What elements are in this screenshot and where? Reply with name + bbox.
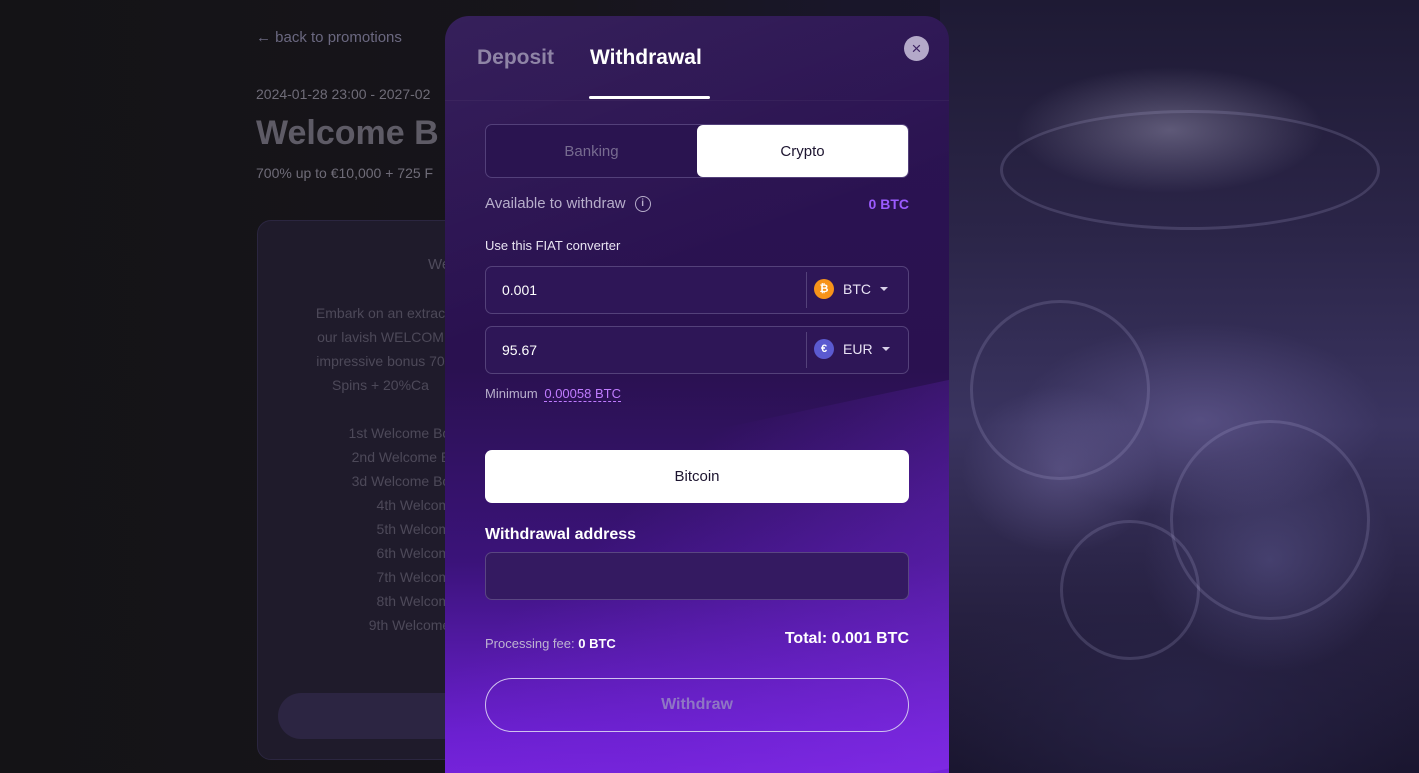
payment-method-select[interactable]: Bitcoin: [485, 450, 909, 503]
promo-artwork: [940, 0, 1419, 773]
promo-bonus-item: 2nd Welcome Bo: [351, 449, 458, 465]
promo-bonus-item: 3d Welcome Bon: [351, 473, 458, 489]
back-to-promotions-link[interactable]: ← back to promotions: [256, 29, 402, 46]
field-divider: [806, 332, 807, 368]
minimum-label: Minimum: [485, 386, 538, 401]
promo-subtitle: 700% up to €10,000 + 725 F: [256, 165, 434, 181]
tab-withdrawal[interactable]: Withdrawal: [590, 46, 702, 70]
available-balance: 0 BTC: [868, 196, 909, 212]
field-divider: [806, 272, 807, 308]
fiat-currency-select[interactable]: € EUR: [814, 339, 890, 359]
promo-date-range: 2024-01-28 23:00 - 2027-02: [256, 86, 431, 102]
minimum-value-link[interactable]: 0.00058 BTC: [544, 386, 621, 402]
withdrawal-address-input[interactable]: [485, 552, 909, 600]
crypto-currency-label: BTC: [843, 281, 871, 297]
chevron-down-icon: [881, 347, 890, 351]
promo-bonus-item: 1st Welcome Bon: [348, 425, 458, 441]
withdrawal-address-label: Withdrawal address: [485, 526, 637, 543]
minimum-amount: Minimum 0.00058 BTC: [485, 386, 621, 402]
crypto-amount-input[interactable]: 0.001: [502, 282, 537, 298]
promo-bonus-item: 6th Welcome: [376, 545, 458, 561]
chevron-down-icon: [880, 287, 888, 291]
euro-icon: €: [814, 339, 834, 359]
bitcoin-icon: ₿: [814, 279, 834, 299]
processing-fee: Processing fee: 0 BTC: [485, 636, 616, 651]
crypto-option[interactable]: Crypto: [697, 125, 908, 177]
fiat-converter-label: Use this FIAT converter: [485, 238, 621, 253]
promo-bonus-item: 9th Welcome I: [368, 617, 458, 633]
banking-option[interactable]: Banking: [486, 125, 697, 177]
withdraw-button[interactable]: Withdraw: [485, 678, 909, 732]
close-icon[interactable]: ×: [904, 36, 929, 61]
available-label: Available to withdraw: [485, 195, 626, 212]
fee-value: 0 BTC: [578, 636, 616, 651]
promo-bonus-item: 7th Welcome: [376, 569, 458, 585]
total-amount: Total: 0.001 BTC: [784, 630, 909, 647]
tab-deposit[interactable]: Deposit: [477, 46, 554, 70]
promo-bonus-item: 4th Welcome: [376, 497, 458, 513]
promo-title: Welcome B: [256, 114, 439, 152]
crypto-currency-select[interactable]: ₿ BTC: [814, 279, 888, 299]
fiat-amount-field[interactable]: 95.67 € EUR: [485, 326, 909, 374]
fee-label: Processing fee:: [485, 636, 575, 651]
tabs-divider: [445, 100, 949, 101]
available-to-withdraw: Available to withdraw i: [485, 195, 651, 212]
fiat-currency-label: EUR: [843, 341, 873, 357]
info-icon[interactable]: i: [634, 195, 651, 212]
crypto-amount-field[interactable]: 0.001 ₿ BTC: [485, 266, 909, 314]
promo-bonus-item: 8th Welcome: [376, 593, 458, 609]
cashier-modal: × Deposit Withdrawal Banking Crypto Avai…: [445, 16, 949, 773]
active-tab-indicator: [589, 96, 710, 99]
payment-type-toggle: Banking Crypto: [485, 124, 909, 178]
fiat-amount-input[interactable]: 95.67: [502, 342, 537, 358]
promo-bonus-item: 5th Welcome: [376, 521, 458, 537]
